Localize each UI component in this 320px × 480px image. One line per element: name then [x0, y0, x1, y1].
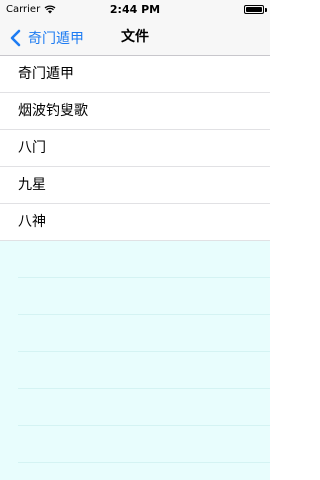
empty-row — [18, 426, 270, 463]
list-item-yanbodiaosouge[interactable]: 烟波钓叟歌 — [0, 93, 270, 130]
status-bar: Carrier 2:44 PM — [0, 0, 270, 20]
empty-row — [18, 241, 270, 278]
status-time: 2:44 PM — [109, 3, 161, 16]
empty-row — [18, 352, 270, 389]
file-list: 奇门遁甲 烟波钓叟歌 八门 九星 八神 — [0, 56, 270, 241]
empty-row — [18, 315, 270, 352]
navigation-bar: 奇门遁甲 文件 — [0, 20, 270, 56]
battery-icon — [244, 5, 264, 14]
page-title: 文件 — [121, 29, 149, 45]
empty-row — [18, 278, 270, 315]
battery-cap — [265, 8, 267, 12]
list-item-jiuxing[interactable]: 九星 — [0, 167, 270, 204]
battery-fill — [246, 7, 262, 12]
list-item-bashen[interactable]: 八神 — [0, 204, 270, 241]
list-item-qimendunjia[interactable]: 奇门遁甲 — [0, 56, 270, 93]
empty-list-area — [0, 241, 270, 480]
empty-row — [18, 389, 270, 426]
list-item-bamen[interactable]: 八门 — [0, 130, 270, 167]
